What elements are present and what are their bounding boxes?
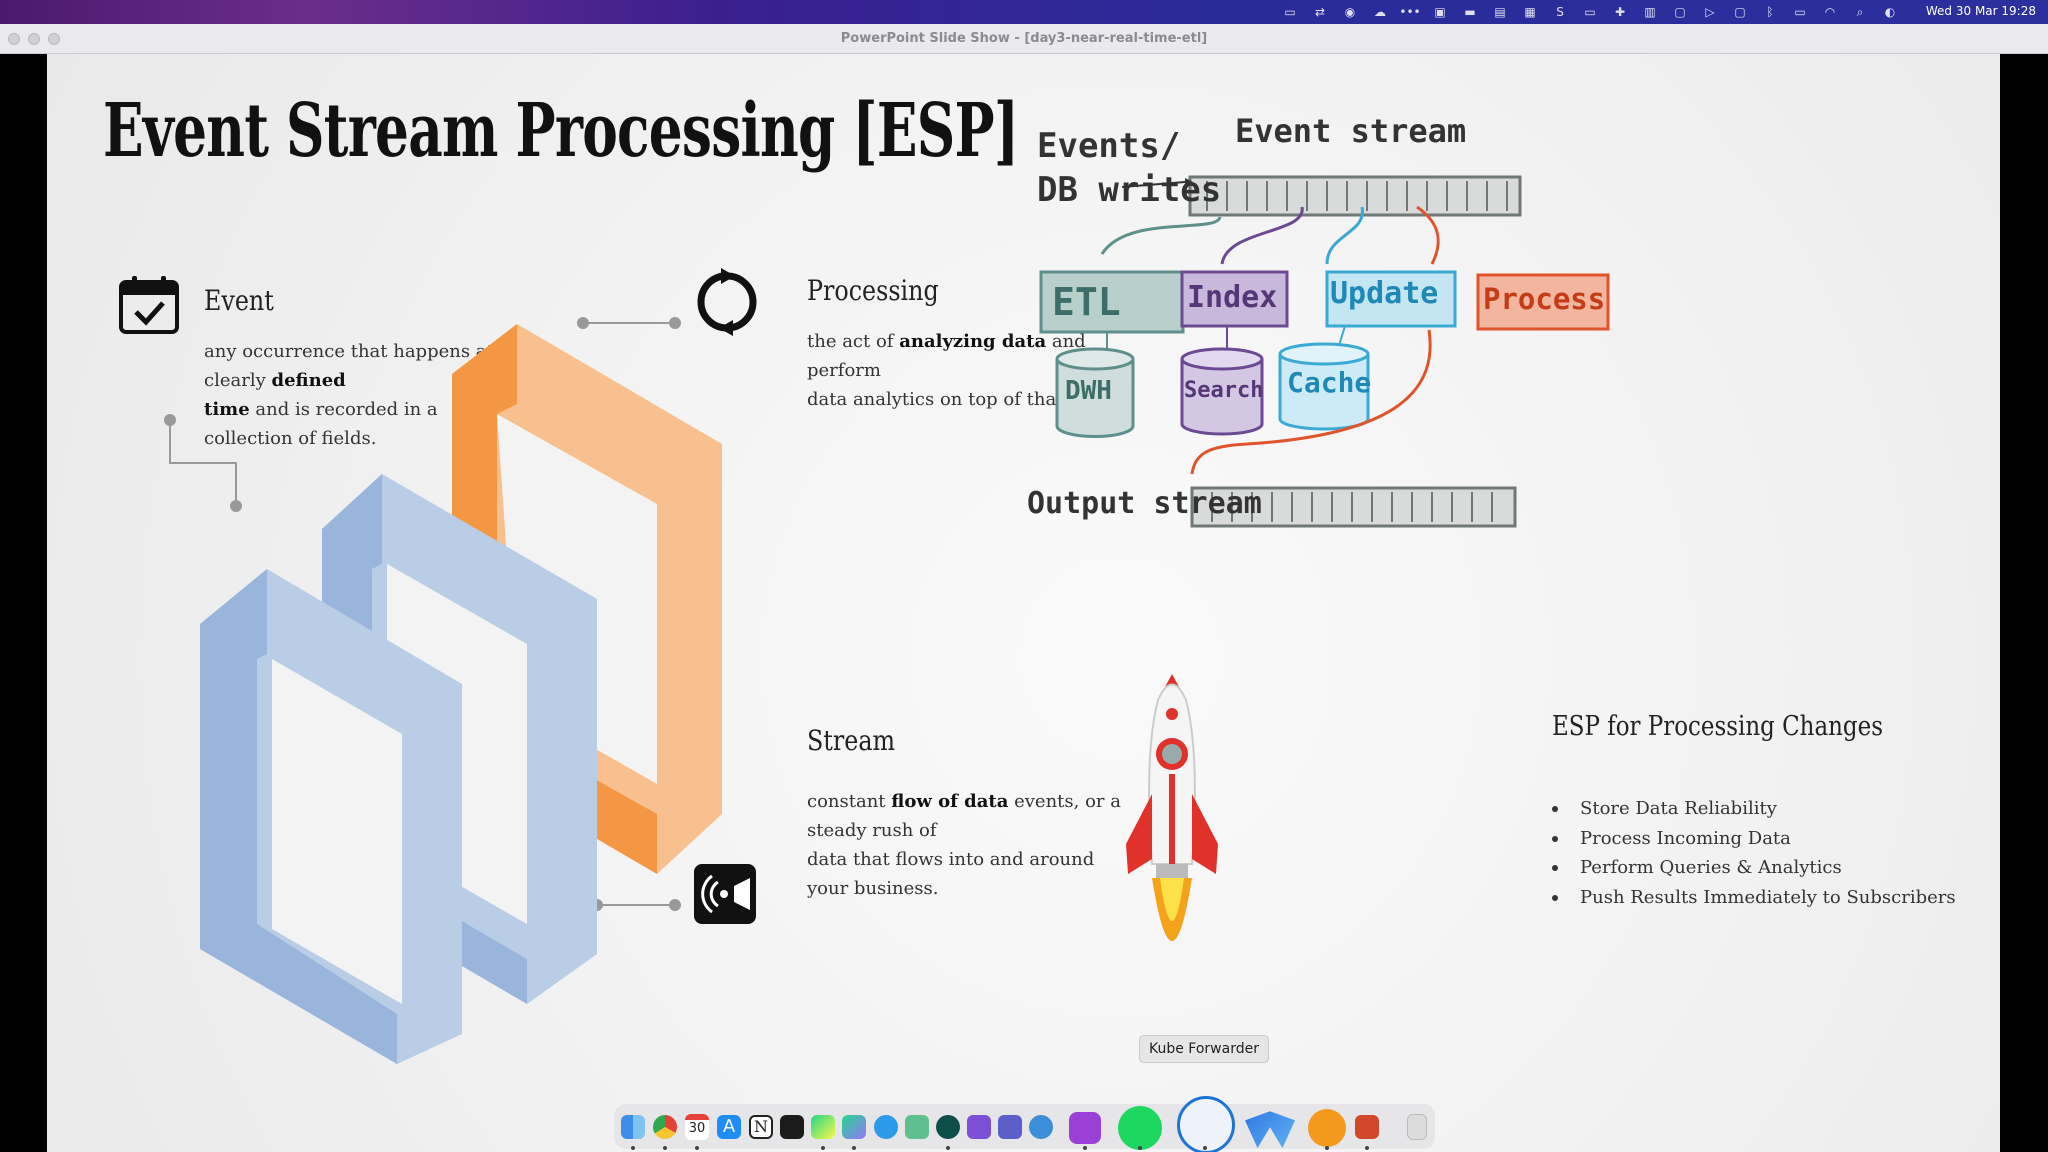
messenger-icon[interactable] xyxy=(874,1115,898,1139)
dwh-label: DWH xyxy=(1065,376,1112,406)
cache-label: Cache xyxy=(1287,366,1372,399)
search-icon[interactable]: ⌕ xyxy=(1852,5,1868,19)
layout-icon[interactable]: ▦ xyxy=(1522,5,1538,19)
powerpoint-icon[interactable] xyxy=(1355,1115,1379,1139)
network-icon[interactable]: ⇄ xyxy=(1312,5,1328,19)
datagrip-icon[interactable] xyxy=(842,1115,866,1139)
gitkraken-icon[interactable] xyxy=(936,1115,960,1139)
running-indicator xyxy=(1325,1146,1329,1150)
teams-icon[interactable] xyxy=(998,1115,1022,1139)
play-icon[interactable]: ▷ xyxy=(1702,5,1718,19)
etl-label: ETL xyxy=(1052,280,1121,324)
event-stream-label: Event stream xyxy=(1235,112,1467,150)
window3-icon[interactable]: ▢ xyxy=(1732,5,1748,19)
window2-icon[interactable]: ▢ xyxy=(1672,5,1688,19)
running-indicator xyxy=(1203,1146,1207,1150)
running-indicator xyxy=(946,1146,950,1150)
update-label: Update xyxy=(1330,276,1439,311)
battery-icon[interactable]: ▭ xyxy=(1792,5,1808,19)
display-icon[interactable]: ▭ xyxy=(1582,5,1598,19)
github-desktop-icon[interactable] xyxy=(967,1115,991,1139)
running-indicator xyxy=(1083,1146,1087,1150)
esp-changes-heading: ESP for Processing Changes xyxy=(1552,711,1883,742)
esp-flow-diagram xyxy=(1039,175,1610,528)
terminal-icon[interactable] xyxy=(780,1115,804,1139)
list-item: Process Incoming Data xyxy=(1552,824,1956,854)
running-indicator xyxy=(821,1146,825,1150)
dock-tooltip: Kube Forwarder xyxy=(1139,1035,1269,1063)
list-item: Push Results Immediately to Subscribers xyxy=(1552,883,1956,913)
puzzle-icon[interactable]: ✚ xyxy=(1612,5,1628,19)
chrome-icon[interactable] xyxy=(653,1115,677,1139)
trash-icon[interactable] xyxy=(1407,1114,1427,1140)
status-icons: ▭ ⇄ ◉ ☁ ••• ▣ ▬ ▤ ▦ S ▭ ✚ ▥ ▢ ▷ ▢ ᛒ ▭ ◠ … xyxy=(1282,0,1898,24)
event-stream-bar xyxy=(1188,175,1522,217)
cloud-icon[interactable]: ☁ xyxy=(1372,5,1388,19)
grammarly-icon[interactable]: ◉ xyxy=(1342,5,1358,19)
running-indicator xyxy=(663,1146,667,1150)
esp-changes-list: Store Data Reliability Process Incoming … xyxy=(1552,794,1956,912)
running-indicator xyxy=(695,1146,699,1150)
list-item: Store Data Reliability xyxy=(1552,794,1956,824)
podcasts-icon[interactable] xyxy=(1069,1112,1101,1144)
network-radar-icon[interactable] xyxy=(1029,1115,1053,1139)
running-indicator xyxy=(1365,1146,1369,1150)
search-label: Search xyxy=(1184,378,1264,403)
list-item: Perform Queries & Analytics xyxy=(1552,853,1956,883)
screen-icon[interactable]: ▣ xyxy=(1432,5,1448,19)
calendar-icon[interactable]: 30 xyxy=(685,1114,709,1140)
pen-app-icon[interactable] xyxy=(1245,1111,1295,1148)
pycharm-icon[interactable] xyxy=(811,1115,835,1139)
finder-icon[interactable] xyxy=(621,1115,645,1139)
running-indicator xyxy=(631,1146,635,1150)
dots-icon[interactable]: ••• xyxy=(1399,5,1420,19)
photos-app-icon[interactable] xyxy=(1308,1109,1346,1147)
dock: 30 A N xyxy=(613,1096,1436,1152)
process-label: Process xyxy=(1483,282,1606,316)
rocket-icon xyxy=(1126,674,1218,941)
window-title: PowerPoint Slide Show - [day3-near-real-… xyxy=(840,31,1208,46)
bluetooth-icon[interactable]: ᛒ xyxy=(1762,5,1778,19)
app-store-icon[interactable]: A xyxy=(717,1115,741,1139)
wifi-icon[interactable]: ◠ xyxy=(1822,5,1838,19)
skype-icon[interactable]: S xyxy=(1552,5,1568,19)
output-stream-label: Output stream xyxy=(1027,486,1262,521)
running-indicator xyxy=(1138,1146,1142,1150)
bar-icon[interactable]: ▬ xyxy=(1462,5,1478,19)
index-label: Index xyxy=(1187,280,1278,315)
running-indicator xyxy=(852,1146,856,1150)
notion-icon[interactable]: N xyxy=(749,1115,773,1139)
pane-icon[interactable]: ▤ xyxy=(1492,5,1508,19)
atom-icon[interactable] xyxy=(905,1115,929,1139)
menu-bar: ▭ ⇄ ◉ ☁ ••• ▣ ▬ ▤ ▦ S ▭ ✚ ▥ ▢ ▷ ▢ ᛒ ▭ ◠ … xyxy=(0,0,2048,24)
spotify-icon[interactable] xyxy=(1118,1106,1162,1150)
events-label-line1: Events/ xyxy=(1037,126,1181,166)
grid-icon[interactable]: ▥ xyxy=(1642,5,1658,19)
window-icon[interactable]: ▭ xyxy=(1282,5,1298,19)
slide[interactable]: Event Stream Processing [ESP] Event any … xyxy=(47,54,2000,1152)
window-title-bar: PowerPoint Slide Show - [day3-near-real-… xyxy=(0,24,2048,54)
control-center-icon[interactable]: ◐ xyxy=(1882,5,1898,19)
menubar-clock[interactable]: Wed 30 Mar 19:28 xyxy=(1926,4,2036,18)
events-label-line2: DB writes xyxy=(1037,170,1222,210)
events-db-writes-label: Events/ DB writes xyxy=(1037,124,1221,212)
kube-forwarder-icon[interactable] xyxy=(1177,1096,1235,1152)
